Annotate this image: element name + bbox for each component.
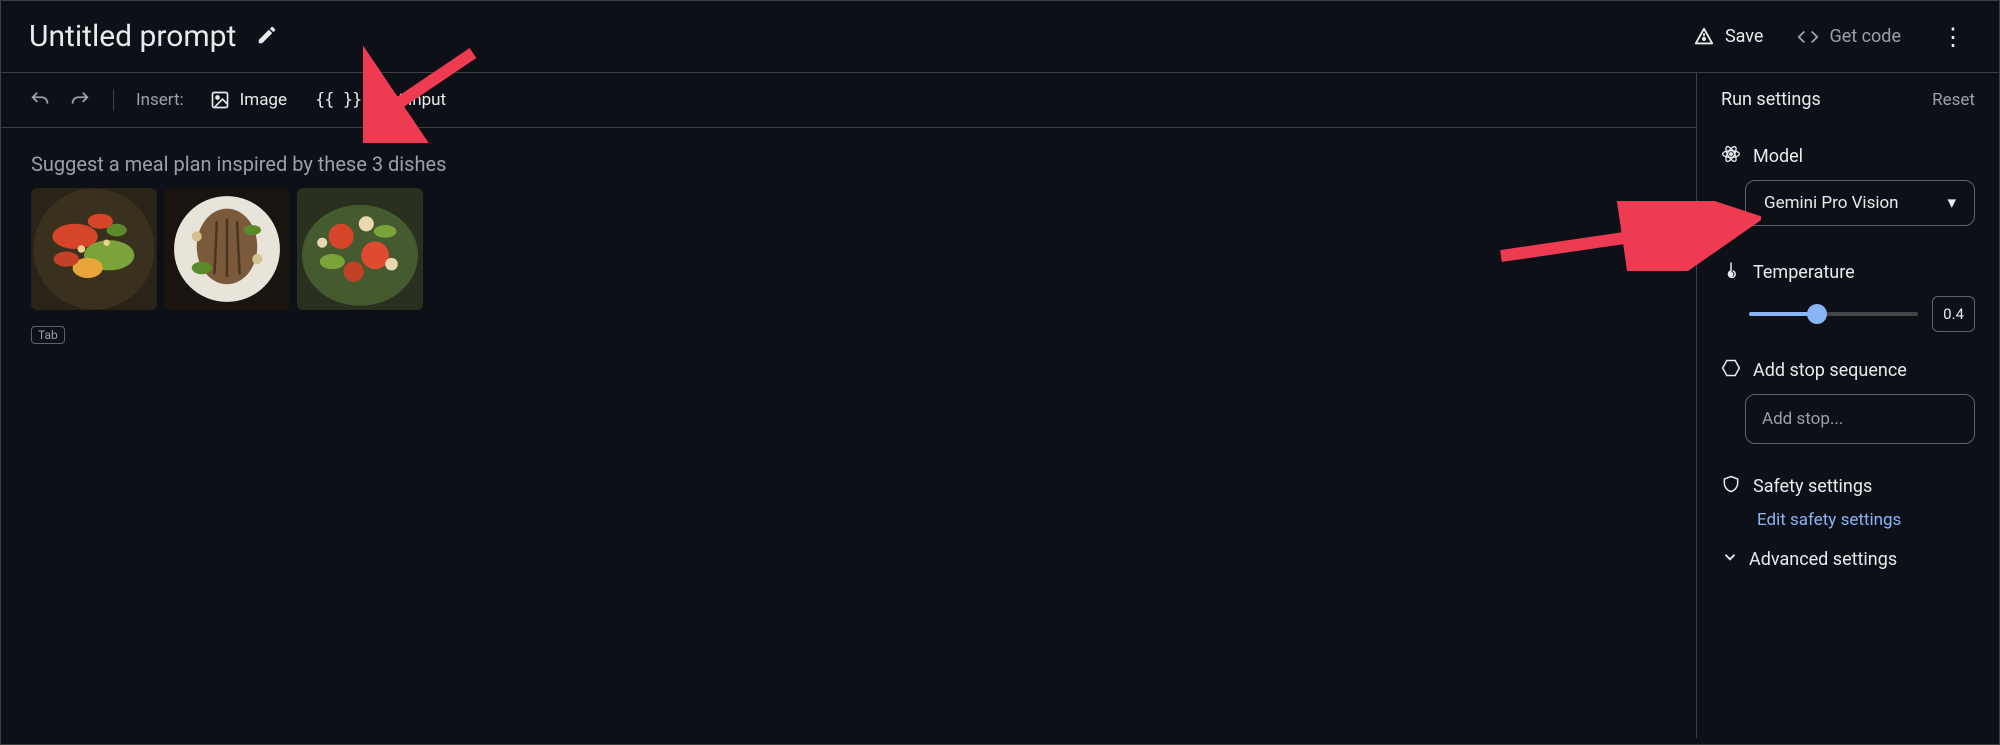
undo-button[interactable] (29, 89, 51, 111)
insert-label-text: Insert: (136, 90, 184, 110)
run-settings-sidebar: Run settings Reset Model Gemini Pro Visi… (1697, 73, 1999, 738)
model-value: Gemini Pro Vision (1764, 193, 1899, 213)
model-field-row: Model (1721, 144, 1975, 168)
hexagon-icon (1721, 358, 1741, 382)
temperature-label: Temperature (1753, 262, 1855, 283)
save-label: Save (1725, 26, 1764, 47)
prompt-body[interactable]: Suggest a meal plan inspired by these 3 … (1, 128, 1696, 368)
temperature-field-row: Temperature (1721, 260, 1975, 284)
header-left: Untitled prompt (29, 19, 278, 54)
edit-title-icon[interactable] (256, 24, 278, 50)
app-header: Untitled prompt Save Get code ⋮ (1, 1, 1999, 73)
model-dropdown[interactable]: Gemini Pro Vision ▾ (1745, 180, 1975, 226)
sidebar-header: Run settings Reset (1721, 89, 1975, 110)
get-code-button[interactable]: Get code (1797, 26, 1901, 48)
insert-image-button[interactable]: Image (210, 90, 287, 110)
tab-hint-pill: Tab (31, 326, 65, 344)
editor-toolbar: Insert: Image {{ }} Test input (1, 73, 1696, 128)
image-thumb-3[interactable] (297, 188, 423, 310)
advanced-label: Advanced settings (1749, 549, 1897, 570)
temperature-slider-row: 0.4 (1721, 296, 1975, 332)
stop-field-row: Add stop sequence (1721, 358, 1975, 382)
sidebar-title: Run settings (1721, 89, 1821, 110)
more-menu-icon[interactable]: ⋮ (1935, 23, 1971, 51)
insert-test-input-button[interactable]: {{ }} Test input (315, 90, 446, 110)
insert-image-label: Image (240, 90, 287, 110)
temperature-slider[interactable] (1749, 312, 1918, 316)
save-button[interactable]: Save (1693, 26, 1764, 48)
atom-icon (1721, 144, 1741, 168)
redo-button[interactable] (69, 89, 91, 111)
shield-icon (1721, 474, 1741, 498)
chevron-down-icon: ▾ (1947, 193, 1956, 213)
image-thumb-2[interactable] (164, 188, 290, 310)
get-code-label: Get code (1829, 26, 1901, 47)
chevron-down-icon (1721, 548, 1739, 570)
test-input-glyph: {{ }} (315, 90, 361, 110)
insert-test-input-label: Test input (371, 90, 446, 110)
safety-label: Safety settings (1753, 476, 1872, 497)
temperature-value[interactable]: 0.4 (1932, 296, 1975, 332)
advanced-settings-toggle[interactable]: Advanced settings (1721, 548, 1975, 570)
safety-field-row: Safety settings (1721, 474, 1975, 498)
edit-safety-link[interactable]: Edit safety settings (1757, 510, 1975, 530)
editor-pane: Insert: Image {{ }} Test input Suggest a… (1, 73, 1697, 738)
stop-placeholder: Add stop... (1762, 409, 1843, 429)
reset-button[interactable]: Reset (1932, 90, 1975, 110)
image-thumb-1[interactable] (31, 188, 157, 310)
prompt-text: Suggest a meal plan inspired by these 3 … (31, 152, 1666, 176)
page-title: Untitled prompt (29, 19, 236, 54)
model-label: Model (1753, 146, 1803, 167)
image-thumbnails (31, 188, 1666, 310)
toolbar-divider (113, 89, 114, 111)
thermometer-icon (1721, 260, 1741, 284)
stop-label: Add stop sequence (1753, 360, 1907, 381)
stop-input[interactable]: Add stop... (1745, 394, 1975, 444)
header-right: Save Get code ⋮ (1693, 23, 1971, 51)
